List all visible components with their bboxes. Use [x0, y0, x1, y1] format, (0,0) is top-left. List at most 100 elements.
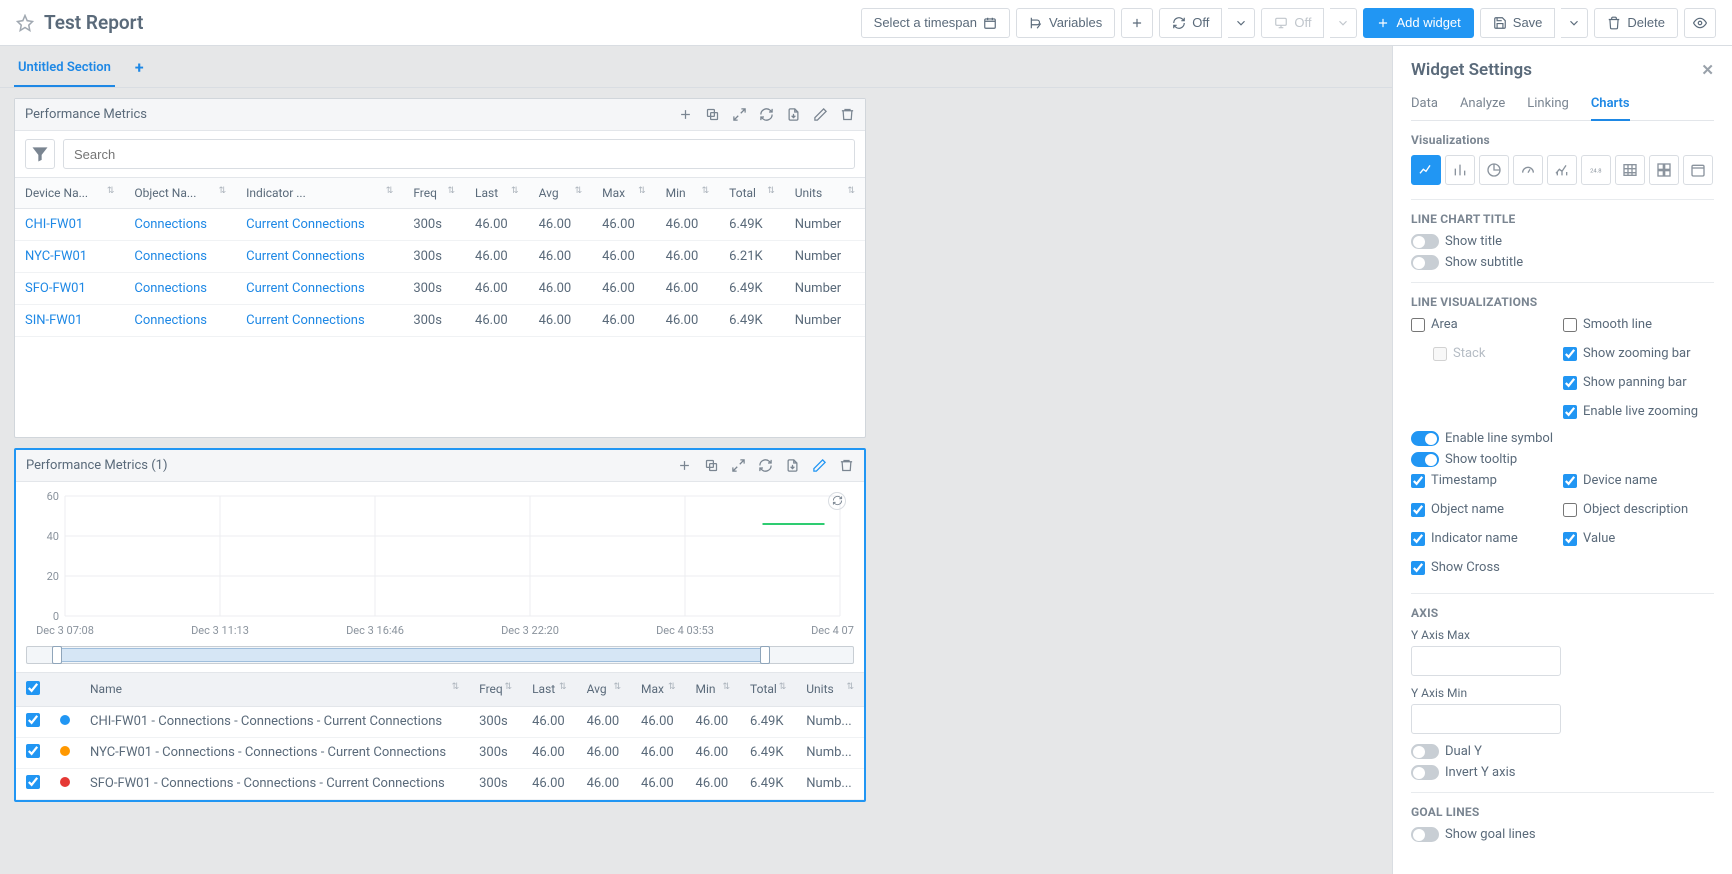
- add-icon[interactable]: [678, 107, 693, 122]
- star-icon[interactable]: [16, 14, 34, 32]
- yaxis-max-input[interactable]: [1411, 646, 1561, 676]
- line-chart[interactable]: 0204060Dec 3 07:08Dec 3 11:13Dec 3 16:46…: [26, 488, 854, 638]
- add-variable-button[interactable]: [1121, 8, 1153, 38]
- indicatorname-checkbox[interactable]: [1411, 532, 1425, 546]
- widget-performance-chart[interactable]: Performance Metrics (1) 0204060Dec 3 07:…: [14, 448, 866, 802]
- sort-icon[interactable]: ⇅: [448, 186, 456, 196]
- indicator-link[interactable]: Current Connections: [236, 209, 403, 241]
- objectname-checkbox[interactable]: [1411, 503, 1425, 517]
- share-dropdown[interactable]: [1330, 8, 1357, 38]
- filter-icon[interactable]: [25, 139, 55, 169]
- column-header[interactable]: Min ⇅: [686, 672, 740, 706]
- sort-icon[interactable]: ⇅: [559, 682, 567, 692]
- settings-tab-data[interactable]: Data: [1411, 88, 1438, 120]
- column-header[interactable]: Freq ⇅: [403, 178, 465, 209]
- refresh-icon[interactable]: [759, 107, 774, 122]
- edit-icon[interactable]: [812, 458, 827, 473]
- expand-icon[interactable]: [732, 107, 747, 122]
- column-header[interactable]: Last ⇅: [465, 178, 529, 209]
- value-checkbox[interactable]: [1563, 532, 1577, 546]
- autorefresh-dropdown[interactable]: [1228, 8, 1255, 38]
- column-header[interactable]: Name ⇅: [80, 672, 469, 706]
- save-dropdown[interactable]: [1561, 8, 1588, 38]
- show-title-toggle[interactable]: [1411, 234, 1439, 249]
- export-icon[interactable]: [786, 107, 801, 122]
- zoom-handle-right[interactable]: [760, 646, 770, 664]
- sort-icon[interactable]: ⇅: [386, 186, 394, 196]
- column-header[interactable]: Total ⇅: [740, 672, 796, 706]
- column-header[interactable]: Max ⇅: [631, 672, 685, 706]
- save-button[interactable]: Save: [1480, 8, 1556, 38]
- select-all-checkbox[interactable]: [26, 681, 40, 695]
- column-header[interactable]: Avg ⇅: [529, 178, 593, 209]
- line-symbol-toggle[interactable]: [1411, 431, 1439, 446]
- series-checkbox[interactable]: [26, 744, 40, 758]
- widget-performance-table[interactable]: Performance Metrics Device Na... ⇅Object…: [14, 98, 866, 438]
- device-link[interactable]: SFO-FW01: [15, 273, 124, 305]
- show-subtitle-toggle[interactable]: [1411, 255, 1439, 270]
- timestamp-checkbox[interactable]: [1411, 474, 1425, 488]
- zoom-range[interactable]: [52, 648, 771, 662]
- viz-table-button[interactable]: [1615, 155, 1645, 185]
- preview-button[interactable]: [1684, 8, 1716, 38]
- viz-combo-button[interactable]: [1547, 155, 1577, 185]
- indicator-link[interactable]: Current Connections: [236, 273, 403, 305]
- device-link[interactable]: SIN-FW01: [15, 305, 124, 337]
- column-header[interactable]: Max ⇅: [592, 178, 656, 209]
- sort-icon[interactable]: ⇅: [575, 186, 583, 196]
- panbar-checkbox[interactable]: [1563, 376, 1577, 390]
- add-icon[interactable]: [677, 458, 692, 473]
- column-header[interactable]: Object Na... ⇅: [124, 178, 236, 209]
- yaxis-min-input[interactable]: [1411, 704, 1561, 734]
- trash-icon[interactable]: [839, 458, 854, 473]
- zoom-slider[interactable]: [26, 646, 854, 664]
- column-header[interactable]: Freq ⇅: [469, 672, 522, 706]
- export-icon[interactable]: [785, 458, 800, 473]
- column-header[interactable]: Units ⇅: [796, 672, 864, 706]
- refresh-icon[interactable]: [758, 458, 773, 473]
- settings-tab-analyze[interactable]: Analyze: [1460, 88, 1505, 120]
- sort-icon[interactable]: ⇅: [702, 186, 710, 196]
- series-checkbox[interactable]: [26, 775, 40, 789]
- tooltip-toggle[interactable]: [1411, 452, 1439, 467]
- column-header[interactable]: Avg ⇅: [577, 672, 631, 706]
- viz-grid-button[interactable]: [1649, 155, 1679, 185]
- viz-number-button[interactable]: 24.8: [1581, 155, 1611, 185]
- column-header[interactable]: Min ⇅: [656, 178, 720, 209]
- delete-button[interactable]: Delete: [1594, 8, 1678, 38]
- object-link[interactable]: Connections: [124, 241, 236, 273]
- object-link[interactable]: Connections: [124, 273, 236, 305]
- settings-tab-charts[interactable]: Charts: [1591, 88, 1630, 121]
- section-tab[interactable]: Untitled Section: [14, 54, 115, 87]
- sort-icon[interactable]: ⇅: [107, 186, 115, 196]
- sort-icon[interactable]: ⇅: [452, 682, 460, 692]
- expand-icon[interactable]: [731, 458, 746, 473]
- livezoom-checkbox[interactable]: [1563, 405, 1577, 419]
- goal-lines-toggle[interactable]: [1411, 827, 1439, 842]
- series-checkbox[interactable]: [26, 713, 40, 727]
- viz-bar-button[interactable]: [1445, 155, 1475, 185]
- sort-icon[interactable]: ⇅: [614, 682, 622, 692]
- column-header[interactable]: Indicator ... ⇅: [236, 178, 403, 209]
- column-header[interactable]: Last ⇅: [522, 672, 576, 706]
- inverty-toggle[interactable]: [1411, 765, 1439, 780]
- devicename-checkbox[interactable]: [1563, 474, 1577, 488]
- column-header[interactable]: Device Na... ⇅: [15, 178, 124, 209]
- add-section-button[interactable]: +: [135, 58, 144, 83]
- sort-icon[interactable]: ⇅: [779, 682, 787, 692]
- sort-icon[interactable]: ⇅: [219, 186, 227, 196]
- copy-icon[interactable]: [705, 107, 720, 122]
- copy-icon[interactable]: [704, 458, 719, 473]
- sort-icon[interactable]: ⇅: [722, 682, 730, 692]
- sort-icon[interactable]: ⇅: [511, 186, 519, 196]
- variables-button[interactable]: Variables: [1016, 8, 1115, 38]
- viz-gauge-button[interactable]: [1513, 155, 1543, 185]
- settings-tab-linking[interactable]: Linking: [1527, 88, 1569, 120]
- zoom-handle-left[interactable]: [52, 646, 62, 664]
- sort-icon[interactable]: ⇅: [505, 682, 513, 692]
- object-link[interactable]: Connections: [124, 305, 236, 337]
- viz-calendar-button[interactable]: [1683, 155, 1713, 185]
- column-header[interactable]: Total ⇅: [719, 178, 785, 209]
- sort-icon[interactable]: ⇅: [847, 186, 855, 196]
- search-input[interactable]: [63, 139, 855, 169]
